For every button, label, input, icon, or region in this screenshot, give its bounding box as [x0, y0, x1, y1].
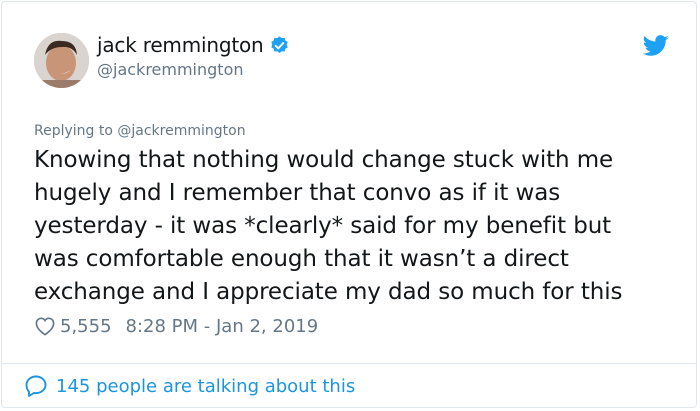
tweet-line: was comfortable enough that it wasn’t a … [34, 246, 569, 272]
conversation-text[interactable]: 145 people are talking about this [56, 376, 355, 397]
tweet-text: Knowing that nothing would change stuck … [34, 144, 674, 309]
author-handle[interactable]: @jackremmington [97, 60, 244, 79]
tweet-line: exchange and I appreciate my dad so much… [34, 279, 623, 305]
author-name[interactable]: jack remmington [97, 33, 290, 57]
tweet-line: Knowing that nothing would change stuck … [34, 147, 614, 173]
tweet-card: jack remmington @jackremmington Replying… [1, 1, 697, 408]
like-count[interactable]: 5,555 [60, 316, 112, 337]
twitter-bird-icon[interactable] [643, 35, 669, 57]
profile-photo [34, 33, 89, 88]
timestamp[interactable]: 8:28 PM - Jan 2, 2019 [126, 316, 319, 337]
replying-to[interactable]: Replying to @jackremmington [34, 123, 246, 139]
tweet-line: yesterday - it was *clearly* said for my… [34, 213, 612, 239]
speech-bubble-icon [25, 375, 47, 397]
heart-outline-icon[interactable] [34, 316, 56, 336]
tweet-meta: 5,555 8:28 PM - Jan 2, 2019 [34, 314, 318, 338]
divider [2, 363, 696, 364]
tweet-line: hugely and I remember that convo as if i… [34, 180, 561, 206]
display-name-text[interactable]: jack remmington [97, 33, 264, 57]
avatar[interactable] [34, 33, 89, 88]
conversation-link[interactable]: 145 people are talking about this [24, 374, 355, 398]
verified-badge-icon [271, 35, 289, 53]
